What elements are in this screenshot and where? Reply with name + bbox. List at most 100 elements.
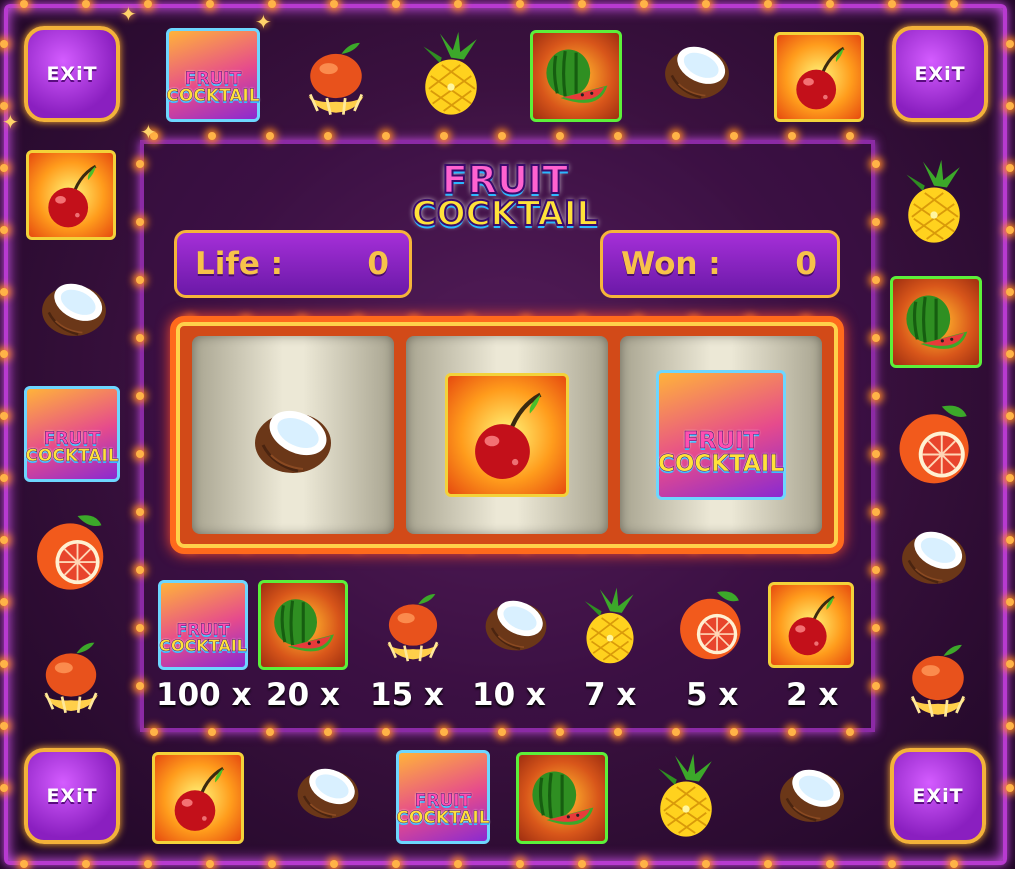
marquee-light	[516, 0, 524, 8]
marquee-light	[640, 0, 648, 8]
exit-button[interactable]: EXiT	[24, 748, 120, 844]
marquee-light	[950, 860, 958, 868]
marquee-light	[330, 0, 338, 8]
marquee-light	[266, 132, 274, 140]
marquee-light	[0, 660, 8, 668]
watermelon-icon	[530, 30, 622, 122]
mango-icon	[892, 632, 984, 724]
marquee-light	[0, 40, 8, 48]
marquee-light	[888, 860, 896, 868]
marquee-light	[702, 0, 710, 8]
marquee-light	[872, 334, 880, 342]
marquee-light	[1006, 536, 1014, 544]
marquee-light	[888, 0, 896, 8]
marquee-light	[82, 860, 90, 868]
marquee-light	[440, 728, 448, 736]
marquee-light	[1006, 350, 1014, 358]
marquee-light	[730, 728, 738, 736]
marquee-light	[0, 412, 8, 420]
marquee-light	[0, 474, 8, 482]
coconut-icon	[655, 25, 739, 109]
exit-label: EXiT	[46, 785, 98, 807]
marquee-light	[454, 860, 462, 868]
exit-label: EXiT	[914, 63, 966, 85]
life-panel: Life : 0	[174, 230, 412, 298]
marquee-light	[0, 598, 8, 606]
marquee-light	[846, 132, 854, 140]
exit-button[interactable]: EXiT	[24, 26, 120, 122]
cherry-icon	[445, 373, 569, 497]
marquee-light	[826, 0, 834, 8]
marquee-light	[0, 784, 8, 792]
mango-icon	[370, 582, 456, 668]
marquee-light	[1006, 226, 1014, 234]
coconut-icon	[288, 748, 368, 828]
marquee-light	[136, 508, 144, 516]
coconut-icon	[243, 385, 343, 485]
watermelon-icon	[258, 580, 348, 670]
payout-multiplier: 5 x	[686, 677, 739, 713]
payout-multiplier: 100 x	[156, 677, 252, 713]
coconut-icon	[770, 748, 854, 832]
exit-button[interactable]: EXiT	[890, 748, 986, 844]
marquee-light	[454, 0, 462, 8]
marquee-light	[82, 0, 90, 8]
marquee-light	[382, 132, 390, 140]
logo-tile-line-2: COCKTAIL	[25, 445, 119, 466]
life-value: 0	[367, 246, 389, 282]
orange-icon	[26, 505, 118, 597]
pineapple-icon	[640, 752, 732, 844]
marquee-light	[136, 276, 144, 284]
fruit-cocktail-logo-icon: FRUIT COCKTAIL	[396, 750, 490, 844]
marquee-light	[846, 728, 854, 736]
payout-multiplier: 10 x	[472, 677, 546, 713]
mango-icon	[26, 630, 116, 720]
marquee-light	[1006, 784, 1014, 792]
fruit-cocktail-logo-icon: FRUIT COCKTAIL	[166, 28, 260, 122]
marquee-light	[324, 132, 332, 140]
marquee-light	[498, 728, 506, 736]
marquee-light	[136, 334, 144, 342]
marquee-light	[440, 132, 448, 140]
marquee-light	[826, 860, 834, 868]
logo-tile-line-2: COCKTAIL	[166, 86, 260, 106]
marquee-light	[144, 860, 152, 868]
marquee-light	[136, 624, 144, 632]
life-label: Life :	[195, 246, 284, 282]
marquee-light	[208, 728, 216, 736]
cherry-icon	[26, 150, 116, 240]
game-title-logo: FRUIT COCKTAIL	[405, 152, 605, 240]
orange-icon	[670, 582, 754, 666]
payout-multiplier: 15 x	[370, 677, 444, 713]
coconut-icon	[892, 510, 976, 594]
marquee-light	[1006, 660, 1014, 668]
logo-tile-line-1: FRUIT	[43, 428, 101, 449]
marquee-light	[382, 728, 390, 736]
marquee-light	[0, 536, 8, 544]
orange-icon	[888, 395, 984, 491]
exit-button[interactable]: EXiT	[892, 26, 988, 122]
marquee-light	[640, 860, 648, 868]
cherry-icon	[774, 32, 864, 122]
marquee-light	[516, 860, 524, 868]
marquee-light	[330, 860, 338, 868]
sparkle-icon: ✦	[140, 120, 157, 144]
won-panel: Won : 0	[600, 230, 840, 298]
marquee-light	[578, 860, 586, 868]
coconut-icon	[32, 262, 116, 346]
marquee-light	[0, 288, 8, 296]
marquee-light	[872, 160, 880, 168]
marquee-light	[0, 102, 8, 110]
marquee-light	[0, 722, 8, 730]
marquee-light	[1006, 288, 1014, 296]
marquee-light	[268, 0, 276, 8]
marquee-light	[614, 132, 622, 140]
marquee-light	[764, 860, 772, 868]
marquee-light	[498, 132, 506, 140]
reel-2	[406, 336, 608, 534]
marquee-light	[136, 218, 144, 226]
watermelon-icon	[890, 276, 982, 368]
marquee-light	[578, 0, 586, 8]
marquee-light	[208, 132, 216, 140]
cherry-icon	[445, 373, 569, 497]
